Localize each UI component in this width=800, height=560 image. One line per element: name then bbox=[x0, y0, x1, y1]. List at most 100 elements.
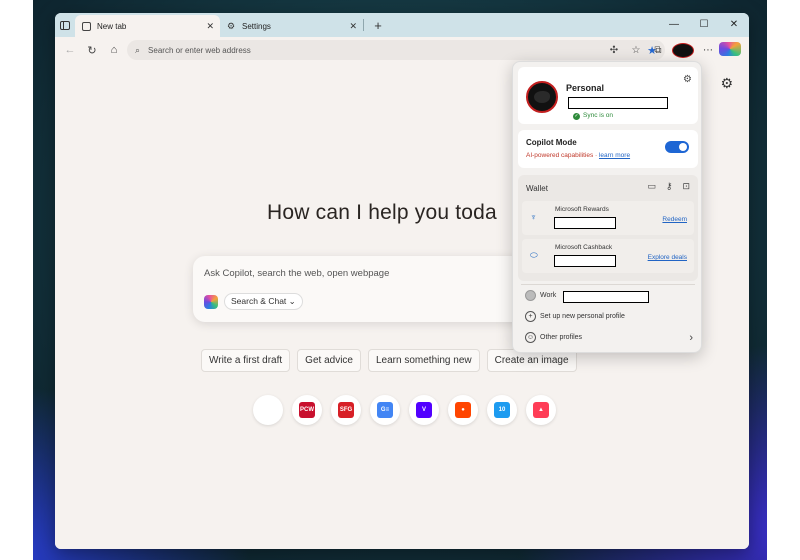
tab-actions-icon[interactable] bbox=[55, 13, 75, 37]
page-settings-gear-icon[interactable]: ⚙ bbox=[720, 75, 733, 92]
close-tab-icon[interactable]: ✕ bbox=[206, 21, 214, 32]
screen-bezel-right bbox=[767, 0, 800, 560]
tab-new-tab[interactable]: New tab ✕ bbox=[75, 15, 220, 37]
quick-link-google-news[interactable]: G≡ bbox=[370, 395, 400, 425]
profile-avatar-button[interactable] bbox=[672, 42, 694, 58]
collections-icon[interactable]: ⧉ bbox=[647, 45, 669, 56]
check-icon: ✓ bbox=[573, 113, 580, 120]
quick-link-pcworld[interactable]: PCW bbox=[292, 395, 322, 425]
reddit-logo-icon: ● bbox=[455, 402, 471, 418]
quick-link-reddit[interactable]: ● bbox=[448, 395, 478, 425]
maximize-icon[interactable]: ☐ bbox=[689, 13, 719, 37]
toolbar-actions: ✣ ☆ ⧉ ⋯ bbox=[603, 40, 741, 60]
setup-profile-row[interactable]: + Set up new personal profile bbox=[525, 311, 625, 322]
screen-bezel-left bbox=[0, 0, 33, 560]
copilot-mode-toggle[interactable] bbox=[665, 141, 689, 153]
home-icon[interactable]: ⌂ bbox=[103, 44, 125, 56]
window-controls: — ☐ ✕ bbox=[659, 13, 749, 37]
more-menu-icon[interactable]: ⋯ bbox=[697, 45, 719, 56]
redacted-email bbox=[568, 97, 668, 109]
setup-label: Set up new personal profile bbox=[540, 313, 625, 320]
work-profile-row[interactable]: Work bbox=[525, 290, 556, 301]
gear-icon: ⚙ bbox=[226, 20, 236, 31]
other-profiles-row[interactable]: ☺ Other profiles › bbox=[525, 331, 693, 344]
tag-icon: ⬭ bbox=[530, 250, 538, 260]
chevron-right-icon: › bbox=[689, 331, 693, 344]
wallet-title: Wallet bbox=[526, 184, 548, 193]
card-icon[interactable]: ▭ bbox=[647, 181, 656, 192]
tab-label: Settings bbox=[242, 21, 271, 31]
site-10-logo-icon: 10 bbox=[494, 402, 510, 418]
redacted-cashback-value bbox=[554, 255, 616, 267]
divider bbox=[521, 284, 695, 285]
redacted-work-email bbox=[563, 291, 649, 303]
wallet-actions: ▭ ⚷ ⊡ bbox=[647, 181, 690, 192]
work-avatar-icon bbox=[525, 290, 536, 301]
close-tab-icon[interactable]: ✕ bbox=[349, 21, 357, 32]
redacted-rewards-value bbox=[554, 217, 616, 229]
search-chat-dropdown[interactable]: Search & Chat ⌄ bbox=[224, 293, 303, 310]
tab-separator bbox=[363, 19, 364, 31]
rewards-row[interactable]: ♆ Microsoft Rewards Redeem bbox=[522, 201, 694, 235]
refresh-icon[interactable]: ↻ bbox=[81, 44, 103, 57]
close-window-icon[interactable]: ✕ bbox=[719, 13, 749, 37]
copilot-icon bbox=[204, 295, 218, 309]
search-icon: ⌕ bbox=[135, 44, 141, 55]
page-icon bbox=[81, 21, 91, 31]
page-headline: How can I help you toda bbox=[267, 201, 497, 224]
sfgate-logo-icon: SFG bbox=[338, 402, 354, 418]
chip-get-advice[interactable]: Get advice bbox=[297, 349, 361, 372]
key-icon[interactable]: ⚷ bbox=[666, 181, 673, 192]
google-news-logo-icon: G≡ bbox=[377, 402, 393, 418]
plus-icon: + bbox=[525, 311, 536, 322]
learn-more-link[interactable]: learn more bbox=[599, 152, 630, 159]
verge-logo-icon: V bbox=[416, 402, 432, 418]
profile-settings-gear-icon[interactable]: ⚙ bbox=[683, 74, 692, 85]
quick-link-verge[interactable]: V bbox=[409, 395, 439, 425]
work-label: Work bbox=[540, 292, 557, 299]
chip-write-draft[interactable]: Write a first draft bbox=[201, 349, 291, 372]
copilot-icon bbox=[719, 41, 741, 56]
new-tab-button[interactable]: + bbox=[370, 18, 386, 33]
tab-settings[interactable]: ⚙ Settings ✕ bbox=[220, 15, 363, 37]
copilot-mode-subtitle: AI-powered capabilities · learn more bbox=[526, 152, 630, 159]
pcworld-logo-icon: PCW bbox=[299, 402, 315, 418]
sync-status: ✓ Sync is on bbox=[573, 112, 613, 120]
address-bar[interactable]: ⌕ Search or enter web address ★ bbox=[127, 40, 665, 60]
chip-learn[interactable]: Learn something new bbox=[367, 349, 480, 372]
people-icon: ☺ bbox=[525, 332, 536, 343]
quick-link-monday[interactable]: ▲ bbox=[526, 395, 556, 425]
profile-flyout: Personal ✓ Sync is on ⚙ Copilot Mode AI-p… bbox=[512, 61, 702, 353]
other-profiles-label: Other profiles bbox=[540, 334, 583, 341]
monday-logo-icon: ▲ bbox=[533, 402, 549, 418]
lock-icon[interactable]: ⊡ bbox=[682, 181, 690, 192]
copilot-button[interactable] bbox=[719, 41, 741, 59]
quick-links: PCW SFG G≡ V ● 10 ▲ bbox=[253, 395, 556, 425]
ask-placeholder: Ask Copilot, search the web, open webpag… bbox=[204, 268, 390, 279]
address-placeholder: Search or enter web address bbox=[148, 45, 251, 55]
rewards-label: Microsoft Rewards bbox=[555, 206, 609, 213]
mode-label: Search & Chat bbox=[231, 296, 287, 306]
tab-label: New tab bbox=[97, 21, 127, 31]
back-icon[interactable]: ← bbox=[59, 44, 81, 56]
minimize-icon[interactable]: — bbox=[659, 13, 689, 37]
profile-avatar bbox=[526, 81, 558, 113]
redeem-link[interactable]: Redeem bbox=[662, 216, 687, 223]
explore-deals-link[interactable]: Explore deals bbox=[648, 254, 687, 261]
copilot-mode-card: Copilot Mode AI-powered capabilities · l… bbox=[518, 130, 698, 168]
wallet-section: Wallet ▭ ⚷ ⊡ ♆ Microsoft Rewards Redeem … bbox=[518, 175, 698, 281]
copilot-ask-box[interactable]: Ask Copilot, search the web, open webpag… bbox=[193, 256, 553, 322]
copilot-mode-title: Copilot Mode bbox=[526, 138, 577, 147]
profile-name: Personal bbox=[566, 83, 605, 93]
quick-link-blank[interactable] bbox=[253, 395, 283, 425]
sync-status-text: Sync is on bbox=[583, 112, 613, 119]
trophy-icon: ♆ bbox=[530, 212, 537, 222]
copilot-sub-text: AI-powered capabilities · bbox=[526, 152, 599, 159]
quick-link-site-10[interactable]: 10 bbox=[487, 395, 517, 425]
quick-link-sfgate[interactable]: SFG bbox=[331, 395, 361, 425]
cashback-label: Microsoft Cashback bbox=[555, 244, 613, 251]
cashback-row[interactable]: ⬭ Microsoft Cashback Explore deals bbox=[522, 239, 694, 273]
extensions-icon[interactable]: ✣ bbox=[603, 45, 625, 56]
favorites-icon[interactable]: ☆ bbox=[625, 45, 647, 56]
profile-card: Personal ✓ Sync is on ⚙ bbox=[518, 67, 698, 124]
